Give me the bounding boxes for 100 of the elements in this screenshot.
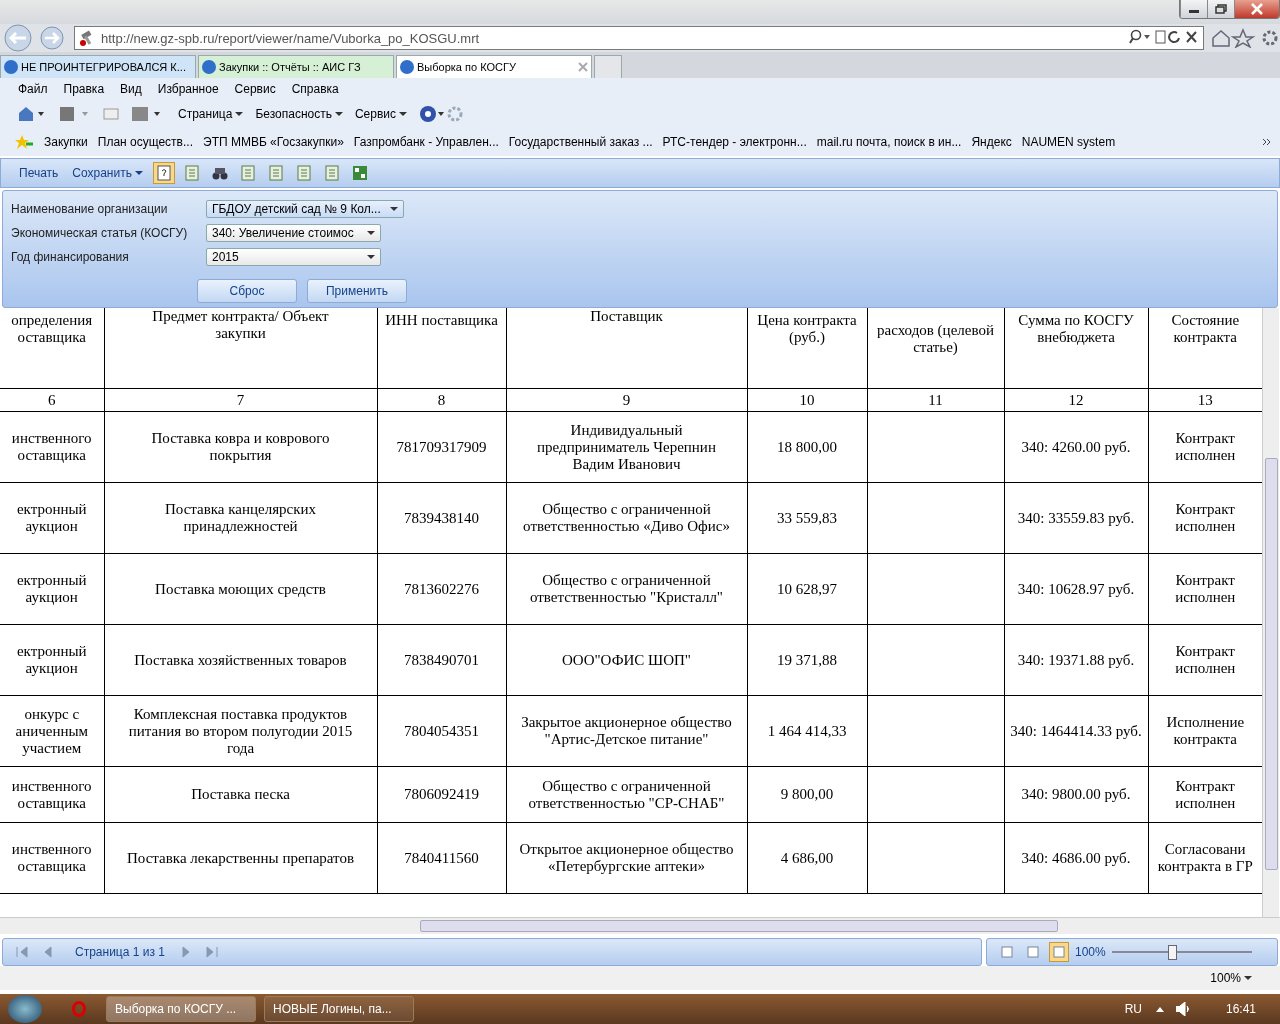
column-header: Цена контракта (руб.) [747,308,867,389]
menu-item[interactable]: Вид [120,82,142,96]
caret-icon [1244,975,1252,981]
browser-tab[interactable]: НЕ ПРОИНТЕГРИРОВАЛСЯ К... [0,55,196,78]
close-icon[interactable] [578,62,588,72]
close-icon[interactable] [1234,0,1279,18]
command-menu[interactable]: Страница [178,107,244,121]
table-cell: 340: 33559.83 руб. [1017,509,1135,526]
table-cell: Общество с ограниченной ответственностью "Кристалл" [530,572,723,605]
filter-label: Наименование организации [11,202,169,216]
column-header: Поставщик [506,308,747,389]
table-cell: Контракт исполнен [1175,572,1236,605]
favorite-link[interactable]: Государственный заказ ... [508,135,653,149]
help-page-icon[interactable] [152,162,175,184]
favorite-link[interactable]: План осуществ... [97,135,193,149]
address-tools-icon[interactable] [1129,28,1199,45]
column-number: 10 [747,388,867,412]
favorite-link[interactable]: Газпромбанк - Управлен... [353,135,499,149]
command-menu[interactable]: Безопасность [255,107,343,121]
column-header: расходов (целевой статье) [867,308,1004,389]
menu-item[interactable]: Сервис [234,82,276,96]
table-cell: Поставка песка [191,786,290,802]
new-tab-button[interactable] [594,55,622,78]
vertical-scrollbar[interactable] [1262,308,1279,917]
restore-icon[interactable] [1207,0,1234,18]
table-cell: 19 371,88 [777,651,837,668]
table-cell: Индивидуальный предприниматель Черепнин Вадим Иванович [537,421,716,472]
column-number: 6 [0,388,104,412]
table-cell: Согласовани контракта в ГР [1157,841,1253,874]
caret-icon [334,111,343,117]
table-cell: инственного оставщика [11,841,92,874]
help-settings-icon[interactable] [419,104,464,124]
table-cell: 4 686,00 [780,849,834,866]
clock[interactable]: 16:41 [1225,1002,1256,1016]
table-cell: 10 628,97 [777,580,837,597]
taskbar-button[interactable]: НОВЫЕ Логины, па... [264,996,414,1022]
table-cell: 781709317909 [396,438,487,455]
filter-label: Экономическая статья (КОСГУ) [11,226,189,240]
table-cell: 7839438140 [404,509,479,526]
favorite-link[interactable]: NAUMEN system [1021,135,1116,149]
browser-tab[interactable]: Выборка по КОСГУ [396,55,592,78]
print-button[interactable]: Печать [15,164,63,182]
column-header: определения оставщика [0,308,104,389]
table-cell: Открытое акционерное общество «Петербургские аптеки» [519,841,734,874]
zoom-status[interactable]: 100% [1210,971,1252,985]
favorite-link[interactable]: Яндекс [971,135,1012,149]
table-cell: 33 559,83 [777,509,837,526]
caret-icon [134,170,143,176]
taskbar-button[interactable]: Выборка по КОСГУ ... [106,996,256,1022]
menu-item[interactable]: Файл [18,82,48,96]
zoom-slider-thumb[interactable] [1167,945,1177,960]
table-cell: 1 464 414,33 [767,722,847,739]
table-cell: 7840411560 [404,849,479,866]
address-field[interactable]: http://new.gz-spb.ru/report/viewer/name/Vuborka_po_KOSGU.mrt [74,26,1204,50]
table-cell: 9 800,00 [780,786,834,802]
horizontal-scrollbar[interactable] [0,917,1280,934]
table-cell: инственного оставщика [11,777,92,811]
minimize-icon[interactable] [1180,0,1207,18]
table-cell: Контракт исполнен [1175,643,1236,676]
filter-button[interactable]: Применить [307,279,407,303]
command-menu[interactable]: Сервис [354,107,408,121]
table-cell: 7804054351 [404,722,479,739]
favorite-link[interactable]: Закупки [44,135,88,149]
dropdown-field[interactable]: 340: Увеличение стоимос [206,224,381,242]
favorite-link[interactable]: ЭТП ММВБ «Госзакупки» [203,135,344,149]
save-button[interactable]: Сохранить [68,164,147,182]
browser-tab[interactable]: Закупки :: Отчёты :: АИС ГЗ [198,55,394,78]
filter-label: Год финансирования [11,250,130,264]
filter-button[interactable]: Сброс [197,279,297,303]
table-cell: Поставка канцелярских принадлежностей [164,501,317,534]
caret-icon [235,111,244,117]
column-header: Сумма по КОСГУ внебюджета [1004,308,1148,389]
favorite-link[interactable]: mail.ru почта, поиск в ин... [816,135,962,149]
home-star-gear-icon[interactable] [1210,28,1280,48]
dropdown-field[interactable]: 2015 [206,248,381,266]
table-cell: Общество с ограниченной ответственностью "СР-СНАБ" [528,777,725,811]
table-cell: 18 800,00 [777,438,837,455]
caret-icon [399,111,408,117]
table-cell: 340: 4686.00 руб. [1021,849,1131,866]
ring-icon[interactable] [72,1001,86,1017]
menu-item[interactable]: Справка [291,82,339,96]
menu-item[interactable]: Правка [63,82,105,96]
table-cell: 7806092419 [404,786,479,802]
table-cell: Общество с ограниченной ответственностью «Диво Офис» [523,501,730,534]
table-cell: 7813602276 [404,580,479,597]
favorite-link[interactable]: РТС-тендер - электронн... [662,135,807,149]
language-indicator[interactable]: RU [1124,1002,1142,1016]
star-icon[interactable] [14,134,34,150]
column-number: 11 [867,388,1004,412]
view-mode-icon[interactable] [1049,942,1069,962]
page-indicator: Страница 1 из 1 [75,945,165,959]
table-cell: ектронный аукцион [16,501,87,534]
table-cell: Контракт исполнен [1175,430,1236,463]
start-icon[interactable] [8,995,42,1023]
menu-item[interactable]: Избранное [157,82,219,96]
column-header: ИНН поставщика [377,308,506,389]
table-cell: ектронный аукцион [16,643,87,676]
dropdown-field[interactable]: ГБДОУ детский сад № 9 Кол... [206,200,404,218]
table-cell: Исполнение контракта [1166,714,1245,747]
table-cell: Поставка моющих средств [155,580,326,597]
